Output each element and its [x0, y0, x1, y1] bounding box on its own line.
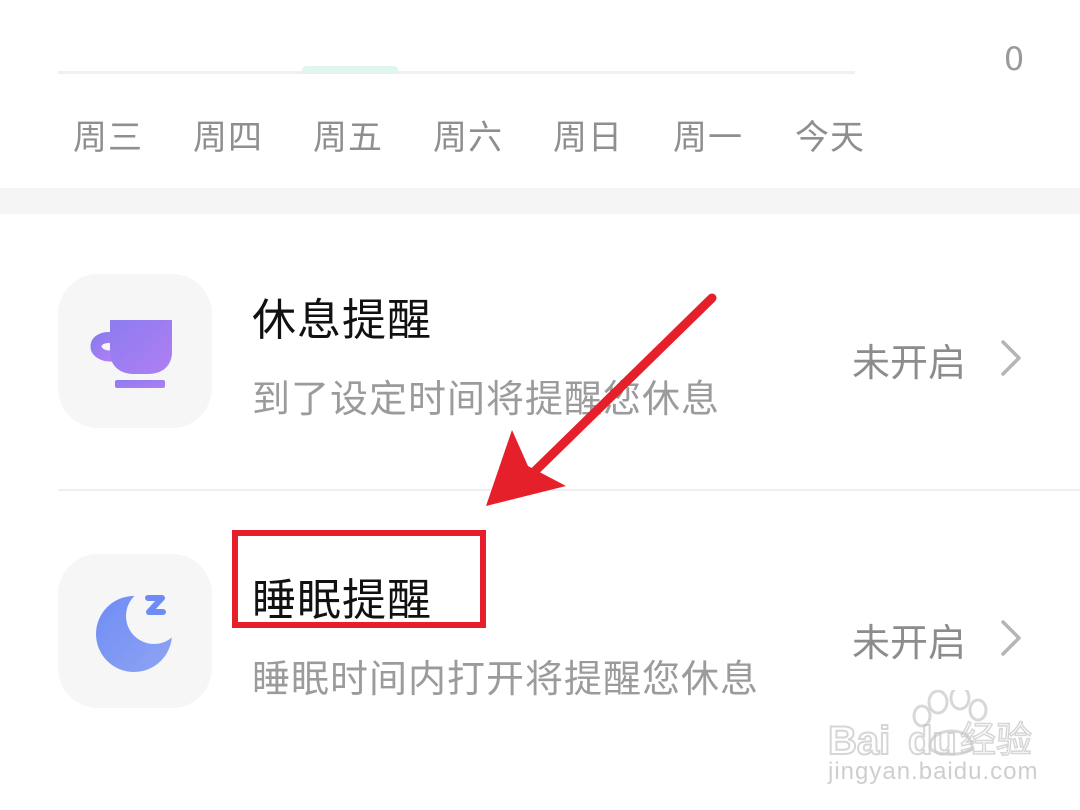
moon-sleep-icon: [96, 595, 172, 672]
day-label-saturday[interactable]: 周六: [428, 110, 508, 159]
row-divider: [58, 489, 1080, 491]
annotation-highlight-box: [232, 530, 486, 628]
day-label-today[interactable]: 今天: [790, 110, 870, 159]
svg-text:Bai: Bai: [828, 719, 890, 763]
chart-baseline: [58, 71, 855, 74]
sleep-reminder-icon-tile: [58, 554, 212, 708]
svg-text:du: du: [908, 719, 957, 763]
rest-reminder-subtitle: 到了设定时间将提醒您休息: [252, 377, 721, 421]
chevron-right-icon: [1001, 340, 1021, 376]
coffee-cup-icon: [90, 320, 172, 388]
sleep-reminder-status: 未开启: [852, 621, 967, 665]
watermark-url: jingyan.baidu.com: [828, 758, 1039, 785]
svg-text:经验: 经验: [960, 720, 1032, 761]
rest-reminder-icon-tile: [58, 274, 212, 428]
day-label-sunday[interactable]: 周日: [548, 110, 628, 159]
section-divider: [0, 188, 1080, 214]
rest-reminder-title: 休息提醒: [252, 295, 432, 346]
rest-reminder-row[interactable]: 休息提醒 到了设定时间将提醒您休息 未开启: [0, 214, 1080, 488]
day-label-wednesday[interactable]: 周三: [68, 110, 148, 159]
chart-axis-value: 0: [1003, 40, 1025, 78]
day-label-friday[interactable]: 周五: [308, 110, 388, 159]
day-label-thursday[interactable]: 周四: [188, 110, 268, 159]
chart-bar: [302, 66, 398, 74]
day-label-monday[interactable]: 周一: [668, 110, 748, 159]
rest-reminder-status: 未开启: [852, 341, 967, 385]
chevron-right-icon: [1001, 620, 1021, 656]
weekly-chart: 0 周三 周四 周五 周六 周日 周一 今天: [0, 0, 1080, 188]
sleep-reminder-subtitle: 睡眠时间内打开将提醒您休息: [252, 657, 760, 701]
